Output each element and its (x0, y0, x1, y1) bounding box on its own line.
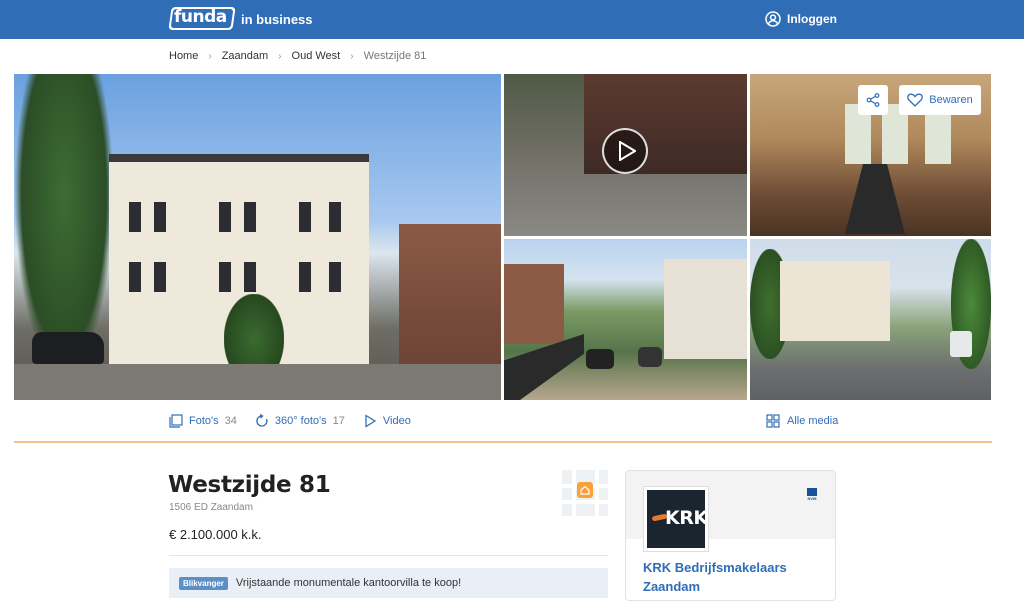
listing-address: 1506 ED Zaandam (169, 502, 253, 513)
photos-icon (169, 414, 183, 428)
breadcrumb: Home › Zaandam › Oud West › Westzijde 81 (169, 50, 426, 62)
agent-name-link[interactable]: KRK Bedrijfsmakelaars Zaandam (643, 558, 833, 596)
share-button[interactable] (858, 85, 888, 115)
breadcrumb-home[interactable]: Home (169, 50, 198, 62)
agent-logo-text: KRK (665, 507, 708, 529)
section-divider (14, 441, 992, 443)
media-bar: Foto's 34 360° foto's 17 Video (169, 414, 411, 428)
main-photo[interactable] (14, 74, 501, 400)
logo-subtitle: in business (241, 12, 313, 27)
chevron-right-icon: › (350, 50, 354, 62)
photos-link[interactable]: Foto's 34 (169, 414, 237, 428)
login-label: Inloggen (787, 12, 837, 26)
user-icon (765, 11, 781, 27)
chevron-right-icon: › (208, 50, 212, 62)
top-navigation-bar: funda in business Inloggen (0, 0, 1024, 39)
breadcrumb-district[interactable]: Oud West (292, 50, 341, 62)
chevron-right-icon: › (278, 50, 282, 62)
video-link[interactable]: Video (363, 414, 411, 428)
photos-360-count: 17 (332, 415, 345, 427)
blikvanger-banner: Blikvanger Vrijstaande monumentale kanto… (169, 568, 608, 598)
all-media-link[interactable]: Alle media (766, 414, 838, 428)
breadcrumb-current: Westzijde 81 (363, 50, 427, 62)
location-pin-icon (577, 482, 593, 498)
blikvanger-badge: Blikvanger (179, 576, 228, 590)
nvm-badge-icon: NVM (805, 487, 819, 501)
listing-title: Westzijde 81 (168, 472, 331, 498)
video-label: Video (382, 415, 411, 427)
photos-label: Foto's (189, 415, 219, 427)
agent-card: KRK NVM KRK Bedrijfsmakelaars Zaandam (625, 470, 836, 601)
photos-360-link[interactable]: 360° foto's 17 (255, 414, 345, 428)
save-button[interactable]: Bewaren (899, 85, 981, 115)
video-thumbnail[interactable] (504, 74, 747, 236)
listing-price: € 2.100.000 k.k. (169, 527, 262, 542)
aerial-photo[interactable] (504, 239, 747, 400)
login-button[interactable]: Inloggen (765, 11, 837, 27)
breadcrumb-city[interactable]: Zaandam (222, 50, 268, 62)
photos-count: 34 (224, 415, 237, 427)
street-photo[interactable] (750, 239, 991, 400)
all-media-label: Alle media (787, 415, 839, 427)
photos-360-label: 360° foto's (274, 415, 327, 427)
save-label: Bewaren (929, 94, 973, 106)
agent-logo[interactable]: KRK (643, 486, 709, 552)
blikvanger-text: Vrijstaande monumentale kantoorvilla te … (235, 577, 462, 589)
funda-logo[interactable]: funda (168, 7, 236, 30)
grid-icon (766, 414, 780, 428)
share-icon (866, 93, 880, 107)
divider (169, 555, 608, 556)
rotate-360-icon (256, 414, 268, 427)
map-thumbnail[interactable] (562, 470, 608, 516)
heart-icon (907, 93, 924, 107)
play-outline-icon (365, 414, 377, 428)
play-icon[interactable] (602, 128, 648, 174)
logo-text: funda (174, 7, 227, 27)
